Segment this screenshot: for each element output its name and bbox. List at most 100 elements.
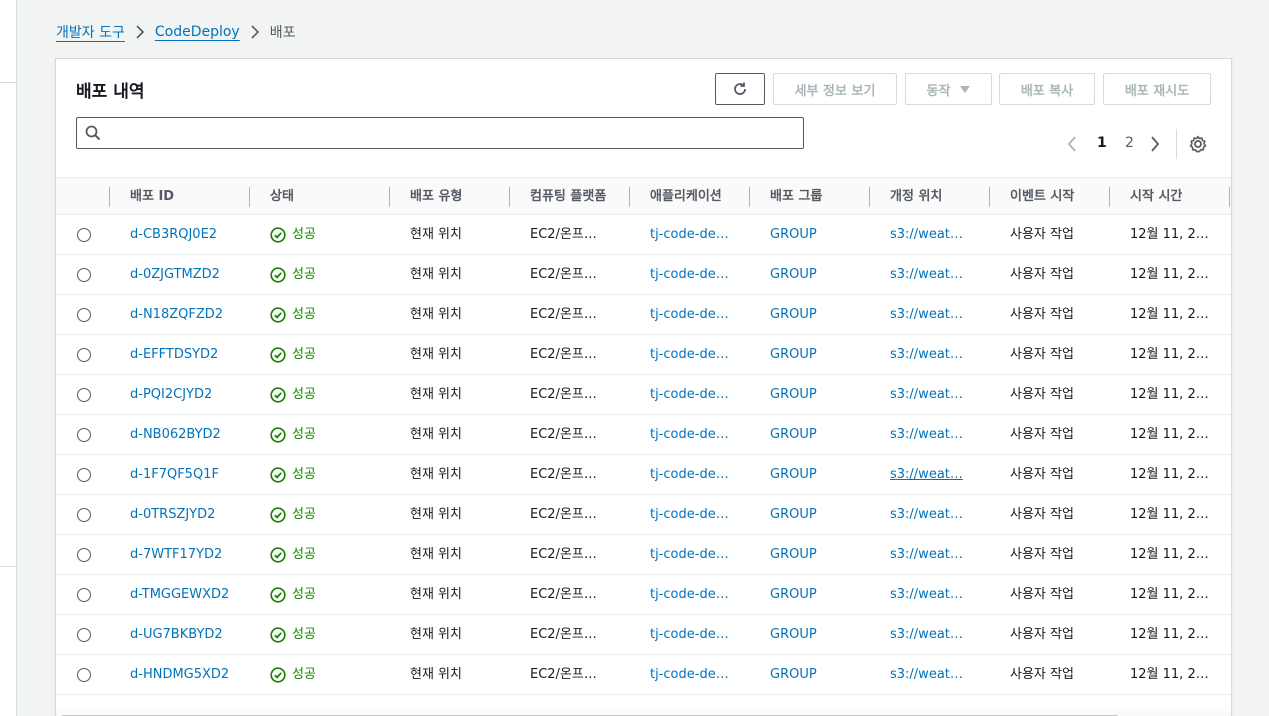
row-select-radio[interactable] (77, 308, 91, 322)
table-row[interactable]: d-UG7BKBYD2 성공 현재 위치 EC2/온프… tj-code-de… GROU… (56, 615, 1231, 655)
revision-location-link[interactable]: s3://weat… (890, 415, 963, 455)
column-header-application[interactable]: 애플리케이션 (650, 178, 722, 215)
deployment-group-link[interactable]: GROUP (770, 375, 817, 415)
table-row[interactable]: d-CB3RQJ0E2 성공 현재 위치 EC2/온프… tj-code-de… GROU… (56, 215, 1231, 255)
application-link[interactable]: tj-code-de… (650, 495, 729, 535)
revision-location-link[interactable]: s3://weat… (890, 455, 963, 495)
deployment-id-link[interactable]: d-1F7QF5Q1F (130, 455, 219, 495)
deployment-id-link[interactable]: d-NB062BYD2 (130, 415, 221, 455)
refresh-button[interactable] (715, 73, 765, 105)
deployment-id-link[interactable]: d-N18ZQFZD2 (130, 295, 223, 335)
revision-location-link[interactable]: s3://weat… (890, 495, 963, 535)
column-divider[interactable] (1109, 187, 1110, 207)
column-header-platform[interactable]: 컴퓨팅 플랫폼 (530, 178, 606, 215)
column-header-event[interactable]: 이벤트 시작 (1010, 178, 1074, 215)
table-row[interactable]: d-EFFTDSYD2 성공 현재 위치 EC2/온프… tj-code-de… GROU… (56, 335, 1231, 375)
deployment-group-link[interactable]: GROUP (770, 495, 817, 535)
application-link[interactable]: tj-code-de… (650, 215, 729, 255)
column-divider[interactable] (249, 187, 250, 207)
table-row[interactable]: d-NB062BYD2 성공 현재 위치 EC2/온프… tj-code-de… GROU… (56, 415, 1231, 455)
table-row[interactable]: d-PQI2CJYD2 성공 현재 위치 EC2/온프… tj-code-de… GROU… (56, 375, 1231, 415)
deployment-group-link[interactable]: GROUP (770, 455, 817, 495)
column-divider[interactable] (389, 187, 390, 207)
application-link[interactable]: tj-code-de… (650, 335, 729, 375)
retry-deployment-button[interactable]: 배포 재시도 (1103, 73, 1211, 105)
deployment-id-link[interactable]: d-0ZJGTMZD2 (130, 255, 220, 295)
deployment-group-link[interactable]: GROUP (770, 335, 817, 375)
revision-location-link[interactable]: s3://weat… (890, 215, 963, 255)
search-box[interactable] (76, 117, 804, 149)
row-select-radio[interactable] (77, 228, 91, 242)
deployment-group-link[interactable]: GROUP (770, 535, 817, 575)
column-divider[interactable] (869, 187, 870, 207)
breadcrumb-developer-tools[interactable]: 개발자 도구 (56, 22, 125, 42)
application-link[interactable]: tj-code-de… (650, 255, 729, 295)
column-header-revision[interactable]: 개정 위치 (890, 178, 942, 215)
deployment-id-link[interactable]: d-0TRSZJYD2 (130, 495, 215, 535)
previous-page-icon[interactable] (1067, 135, 1077, 157)
column-divider[interactable] (989, 187, 990, 207)
row-select-radio[interactable] (77, 548, 91, 562)
table-row[interactable]: d-0TRSZJYD2 성공 현재 위치 EC2/온프… tj-code-de… GROU… (56, 495, 1231, 535)
table-row[interactable]: d-HNDMG5XD2 성공 현재 위치 EC2/온프… tj-code-de… GROU… (56, 655, 1231, 695)
deployment-group-link[interactable]: GROUP (770, 295, 817, 335)
application-link[interactable]: tj-code-de… (650, 415, 729, 455)
table-row[interactable]: d-1F7QF5Q1F 성공 현재 위치 EC2/온프… tj-code-de… GROU… (56, 455, 1231, 495)
column-header-status[interactable]: 상태 (270, 178, 294, 215)
row-select-radio[interactable] (77, 348, 91, 362)
column-header-type[interactable]: 배포 유형 (410, 178, 462, 215)
next-page-icon[interactable] (1150, 135, 1160, 157)
application-link[interactable]: tj-code-de… (650, 575, 729, 615)
deployment-group-link[interactable]: GROUP (770, 255, 817, 295)
row-select-radio[interactable] (77, 468, 91, 482)
row-select-radio[interactable] (77, 388, 91, 402)
row-select-radio[interactable] (77, 668, 91, 682)
deployment-group-link[interactable]: GROUP (770, 655, 817, 695)
revision-location-link[interactable]: s3://weat… (890, 255, 963, 295)
table-row[interactable]: d-0ZJGTMZD2 성공 현재 위치 EC2/온프… tj-code-de… GROU… (56, 255, 1231, 295)
application-link[interactable]: tj-code-de… (650, 615, 729, 655)
page-1-button[interactable]: 1 (1097, 135, 1107, 151)
column-header-start-time[interactable]: 시작 시간 (1130, 178, 1182, 215)
table-row[interactable]: d-N18ZQFZD2 성공 현재 위치 EC2/온프… tj-code-de… GROU… (56, 295, 1231, 335)
row-select-radio[interactable] (77, 428, 91, 442)
revision-location-link[interactable]: s3://weat… (890, 535, 963, 575)
row-select-radio[interactable] (77, 628, 91, 642)
revision-location-link[interactable]: s3://weat… (890, 375, 963, 415)
actions-dropdown-button[interactable]: 동작 (905, 73, 992, 105)
column-divider[interactable] (109, 187, 110, 207)
deployment-group-link[interactable]: GROUP (770, 575, 817, 615)
deployment-id-link[interactable]: d-UG7BKBYD2 (130, 615, 223, 655)
application-link[interactable]: tj-code-de… (650, 535, 729, 575)
deployment-id-link[interactable]: d-PQI2CJYD2 (130, 375, 212, 415)
column-header-group[interactable]: 배포 그룹 (770, 178, 822, 215)
view-details-button[interactable]: 세부 정보 보기 (773, 73, 897, 105)
deployment-id-link[interactable]: d-TMGGEWXD2 (130, 575, 229, 615)
column-header-deployment-id[interactable]: 배포 ID (130, 178, 174, 215)
column-divider[interactable] (1229, 187, 1230, 207)
application-link[interactable]: tj-code-de… (650, 375, 729, 415)
deployment-id-link[interactable]: d-7WTF17YD2 (130, 535, 222, 575)
application-link[interactable]: tj-code-de… (650, 295, 729, 335)
revision-location-link[interactable]: s3://weat… (890, 575, 963, 615)
breadcrumb-codedeploy[interactable]: CodeDeploy (155, 24, 240, 40)
column-divider[interactable] (629, 187, 630, 207)
deployment-group-link[interactable]: GROUP (770, 615, 817, 655)
search-input[interactable] (109, 122, 789, 144)
column-divider[interactable] (749, 187, 750, 207)
revision-location-link[interactable]: s3://weat… (890, 615, 963, 655)
column-divider[interactable] (509, 187, 510, 207)
deployment-group-link[interactable]: GROUP (770, 415, 817, 455)
revision-location-link[interactable]: s3://weat… (890, 655, 963, 695)
row-select-radio[interactable] (77, 588, 91, 602)
deployment-id-link[interactable]: d-CB3RQJ0E2 (130, 215, 217, 255)
revision-location-link[interactable]: s3://weat… (890, 295, 963, 335)
deployment-group-link[interactable]: GROUP (770, 215, 817, 255)
row-select-radio[interactable] (77, 268, 91, 282)
table-row[interactable]: d-7WTF17YD2 성공 현재 위치 EC2/온프… tj-code-de… GROU… (56, 535, 1231, 575)
revision-location-link[interactable]: s3://weat… (890, 335, 963, 375)
horizontal-scrollbar[interactable] (56, 711, 1231, 716)
deployment-id-link[interactable]: d-EFFTDSYD2 (130, 335, 218, 375)
copy-deployment-button[interactable]: 배포 복사 (999, 73, 1095, 105)
page-2-button[interactable]: 2 (1125, 135, 1134, 151)
